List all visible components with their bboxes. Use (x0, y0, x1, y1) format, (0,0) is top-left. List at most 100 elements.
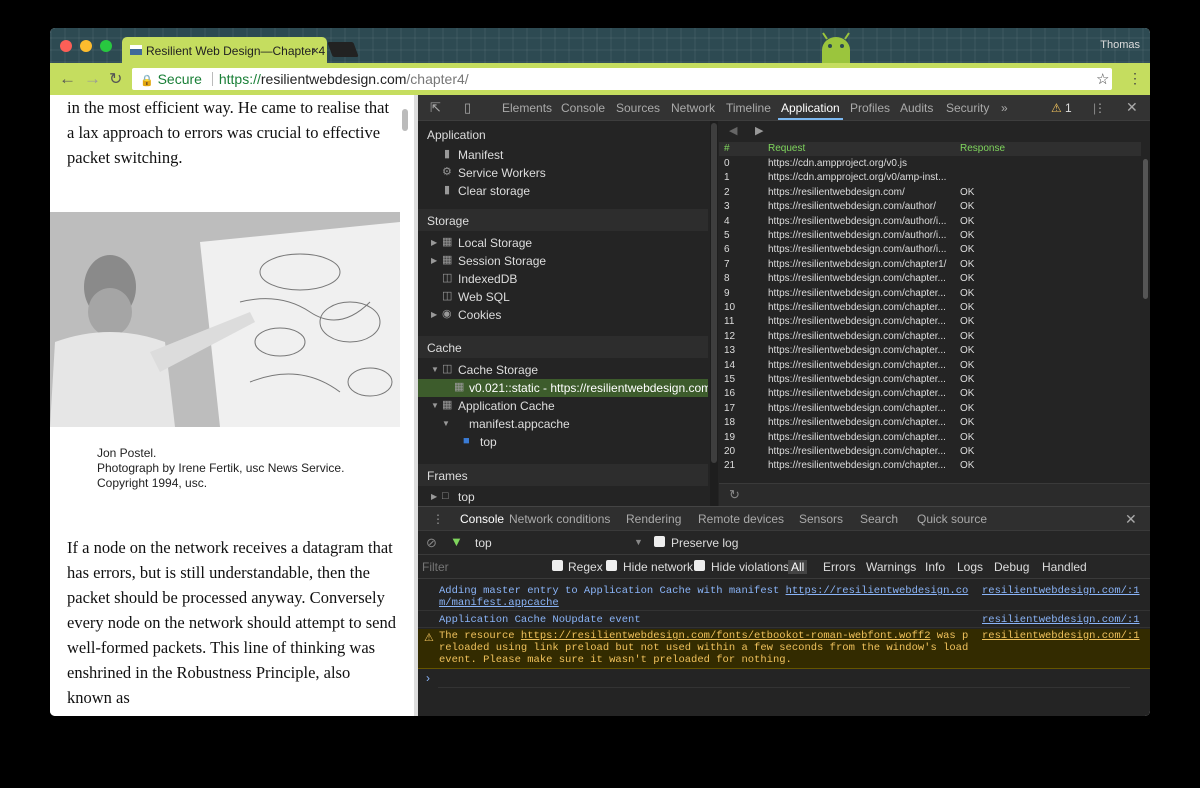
drawer-tab-quick-source[interactable]: Quick source (917, 512, 987, 526)
profile-name[interactable]: Thomas (1100, 39, 1140, 51)
sidebar-item-cache-storage[interactable]: ▼ ◫ Cache Storage (418, 361, 708, 379)
table-row[interactable]: 14 https://resilientwebdesign.com/chapter… (719, 359, 1141, 373)
sidebar-item-service-workers[interactable]: ⚙ Service Workers (418, 164, 708, 182)
sidebar-item-top-frame[interactable]: ■ top (418, 433, 708, 451)
table-row[interactable]: 6 https://resilientwebdesign.com/author/i… (719, 243, 1141, 257)
table-row[interactable]: 3 https://resilientwebdesign.com/author/O… (719, 200, 1141, 214)
device-toolbar-icon[interactable]: ▯ (464, 100, 471, 116)
hide-violations-checkbox[interactable] (694, 560, 705, 571)
expand-arrow-icon[interactable]: ▶ (431, 256, 437, 265)
expand-arrow-icon[interactable]: ▶ (431, 310, 437, 319)
table-row[interactable]: 13 https://resilientwebdesign.com/chapter… (719, 344, 1141, 358)
tab-profiles[interactable]: Profiles (850, 101, 890, 115)
drawer-tab-network-conditions[interactable]: Network conditions (509, 512, 610, 526)
context-dropdown-icon[interactable]: ▼ (634, 537, 643, 547)
level-info[interactable]: Info (925, 560, 945, 574)
console-filter-input[interactable] (422, 559, 542, 575)
level-logs[interactable]: Logs (957, 560, 983, 574)
page-scrollbar[interactable] (402, 109, 408, 131)
table-row[interactable]: 1 https://cdn.ampproject.org/v0/amp-inst.… (719, 171, 1141, 185)
drawer-menu-icon[interactable]: ⋮ (432, 512, 444, 526)
table-row[interactable]: 8 https://resilientwebdesign.com/chapter.… (719, 272, 1141, 286)
table-row[interactable]: 15 https://resilientwebdesign.com/chapter… (719, 373, 1141, 387)
message-link[interactable]: https://resilientwebdesign.com/fonts/etb… (521, 630, 931, 642)
warning-icon[interactable]: ⚠ (1051, 101, 1062, 115)
address-bar[interactable]: 🔒 Secure https://resilientwebdesign.com/… (132, 68, 1112, 90)
sidebar-item-local-storage[interactable]: ▶ ▦ Local Storage (418, 234, 708, 252)
table-row[interactable]: 4 https://resilientwebdesign.com/author/i… (719, 215, 1141, 229)
sidebar-item-manifest-appcache[interactable]: ▼ manifest.appcache (418, 415, 708, 433)
close-drawer-icon[interactable]: ✕ (1125, 511, 1137, 528)
reload-icon[interactable]: ↻ (109, 69, 122, 89)
sidebar-item-frames-top[interactable]: ▶ □ top (418, 488, 708, 506)
message-source-link[interactable]: resilientwebdesign.com/:1 (982, 630, 1140, 642)
table-row[interactable]: 7 https://resilientwebdesign.com/chapter1… (719, 258, 1141, 272)
previous-page-icon[interactable]: ◀ (729, 124, 737, 137)
message-source-link[interactable]: resilientwebdesign.com/:1 (982, 614, 1140, 626)
sidebar-item-session-storage[interactable]: ▶ ▦ Session Storage (418, 252, 708, 270)
scrollbar-thumb[interactable] (1143, 159, 1148, 299)
close-window-button[interactable] (60, 40, 72, 52)
scrollbar-thumb[interactable] (711, 123, 717, 463)
table-row[interactable]: 10 https://resilientwebdesign.com/chapter… (719, 301, 1141, 315)
table-row[interactable]: 16 https://resilientwebdesign.com/chapter… (719, 387, 1141, 401)
table-row[interactable]: 18 https://resilientwebdesign.com/chapter… (719, 416, 1141, 430)
sidebar-item-clear-storage[interactable]: ▮ Clear storage (418, 182, 708, 200)
more-tabs-icon[interactable]: » (1001, 101, 1008, 115)
drawer-tab-sensors[interactable]: Sensors (799, 512, 843, 526)
filter-icon[interactable]: ▼ (450, 534, 463, 549)
clear-console-icon[interactable]: ⊘ (426, 535, 437, 551)
devtools-menu-icon[interactable]: ⋮ (1094, 101, 1106, 115)
collapse-arrow-icon[interactable]: ▼ (431, 401, 439, 410)
tab-network[interactable]: Network (671, 101, 715, 115)
table-row[interactable]: 5 https://resilientwebdesign.com/author/i… (719, 229, 1141, 243)
column-header-request[interactable]: Request (768, 143, 805, 154)
drawer-tab-search[interactable]: Search (860, 512, 898, 526)
preserve-log-checkbox[interactable] (654, 536, 665, 547)
table-row[interactable]: 11 https://resilientwebdesign.com/chapter… (719, 315, 1141, 329)
zoom-window-button[interactable] (100, 40, 112, 52)
message-source-link[interactable]: resilientwebdesign.com/:1 (982, 585, 1140, 597)
sidebar-item-websql[interactable]: ◫ Web SQL (418, 288, 708, 306)
expand-arrow-icon[interactable]: ▶ (431, 492, 437, 501)
regex-checkbox[interactable] (552, 560, 563, 571)
next-page-icon[interactable]: ▶ (755, 124, 763, 137)
column-header-response[interactable]: Response (960, 143, 1005, 154)
browser-menu-icon[interactable]: ⋮ (1128, 70, 1142, 87)
level-errors[interactable]: Errors (823, 560, 856, 574)
table-row[interactable]: 19 https://resilientwebdesign.com/chapter… (719, 431, 1141, 445)
collapse-arrow-icon[interactable]: ▼ (442, 419, 450, 428)
inspect-element-icon[interactable]: ⇱ (430, 100, 441, 116)
table-row[interactable]: 2 https://resilientwebdesign.com/OK (719, 186, 1141, 200)
level-handled[interactable]: Handled (1042, 560, 1087, 574)
close-devtools-icon[interactable]: ✕ (1126, 99, 1138, 116)
context-select[interactable]: top (475, 536, 492, 550)
tab-close-icon[interactable]: × (311, 43, 319, 58)
table-row[interactable]: 21 https://resilientwebdesign.com/chapter… (719, 459, 1141, 473)
level-debug[interactable]: Debug (994, 560, 1029, 574)
collapse-arrow-icon[interactable]: ▼ (431, 365, 439, 374)
tab-timeline[interactable]: Timeline (726, 101, 771, 115)
level-warnings[interactable]: Warnings (866, 560, 916, 574)
table-row[interactable]: 12 https://resilientwebdesign.com/chapter… (719, 330, 1141, 344)
refresh-icon[interactable]: ↻ (729, 487, 740, 502)
sidebar-item-indexeddb[interactable]: ◫ IndexedDB (418, 270, 708, 288)
tab-sources[interactable]: Sources (616, 101, 660, 115)
new-tab-button[interactable] (327, 42, 359, 57)
drawer-tab-remote-devices[interactable]: Remote devices (698, 512, 784, 526)
hide-network-checkbox[interactable] (606, 560, 617, 571)
sidebar-scrollbar[interactable] (710, 121, 718, 506)
forward-arrow-icon[interactable]: → (84, 69, 101, 89)
sidebar-item-manifest[interactable]: ▮ Manifest (418, 146, 708, 164)
minimize-window-button[interactable] (80, 40, 92, 52)
sidebar-item-cookies[interactable]: ▶ ◉ Cookies (418, 306, 708, 324)
back-arrow-icon[interactable]: ← (59, 69, 76, 89)
tab-elements[interactable]: Elements (502, 101, 552, 115)
drawer-tab-rendering[interactable]: Rendering (626, 512, 681, 526)
sidebar-item-cache-entry[interactable]: ▦ v0.021::static - https://resilientwebd… (418, 379, 708, 397)
table-row[interactable]: 20 https://resilientwebdesign.com/chapter… (719, 445, 1141, 459)
drawer-tab-console[interactable]: Console (460, 512, 504, 526)
table-row[interactable]: 9 https://resilientwebdesign.com/chapter.… (719, 287, 1141, 301)
expand-arrow-icon[interactable]: ▶ (431, 238, 437, 247)
level-all[interactable]: All (788, 560, 808, 574)
